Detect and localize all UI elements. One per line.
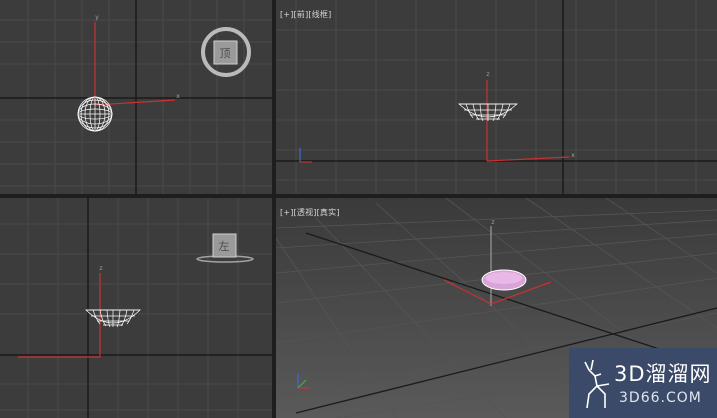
shading-mode-button[interactable]: [线框] bbox=[308, 10, 331, 19]
watermark-url: 3D66.COM bbox=[619, 390, 702, 406]
deer-logo-icon bbox=[584, 359, 610, 409]
axis-label-z: z bbox=[99, 265, 102, 272]
viewport-perspective-label: [+][透视][真实] bbox=[280, 207, 340, 218]
viewport-front[interactable]: zx [+][前][线框] bbox=[276, 0, 717, 194]
bowl-wireframe-left bbox=[85, 309, 141, 328]
bowl-shaded bbox=[481, 269, 527, 291]
viewport-front-label: [+][前][线框] bbox=[280, 9, 331, 20]
viewport-left[interactable]: 左z bbox=[0, 198, 272, 418]
view-cube-face-label: 顶 bbox=[220, 47, 231, 60]
axis-label-y: y bbox=[95, 14, 99, 21]
viewport-front-canvas: zx bbox=[276, 0, 717, 194]
viewport-top[interactable]: 顶 y x bbox=[0, 0, 272, 194]
viewport-left-canvas: 左z bbox=[0, 198, 272, 418]
shading-mode-button[interactable]: [真实] bbox=[317, 208, 340, 217]
view-type-button[interactable]: [透视] bbox=[294, 208, 317, 217]
watermark-title: 3D溜溜网 bbox=[614, 362, 712, 386]
view-cube-face-label: 左 bbox=[219, 240, 230, 253]
view-type-button[interactable]: [前] bbox=[294, 10, 309, 19]
watermark: 3D溜溜网 3D66.COM bbox=[569, 348, 717, 418]
viewport-menu-button[interactable]: [+] bbox=[280, 208, 294, 217]
viewport-top-canvas: 顶 y x bbox=[0, 0, 272, 194]
axis-label-z: z bbox=[486, 71, 489, 78]
axis-label-z: z bbox=[491, 219, 494, 226]
bowl-wireframe-front bbox=[458, 103, 518, 122]
axis-label-x: x bbox=[176, 93, 180, 100]
sphere-wireframe bbox=[77, 96, 113, 132]
viewport-menu-button[interactable]: [+] bbox=[280, 10, 294, 19]
axis-label-x: x bbox=[571, 152, 575, 159]
